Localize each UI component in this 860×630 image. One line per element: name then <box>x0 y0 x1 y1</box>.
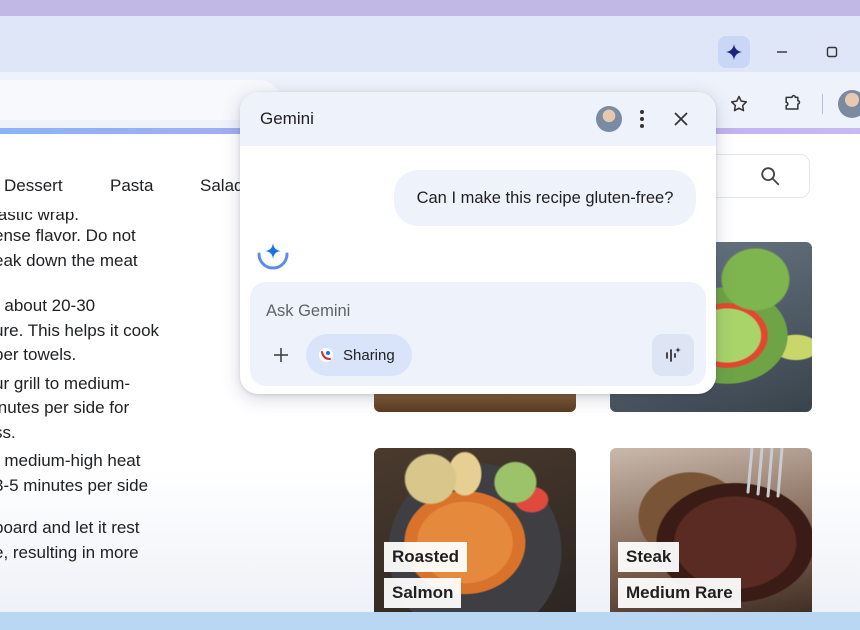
gemini-toolbar-button[interactable] <box>718 36 750 68</box>
maximize-icon <box>826 46 838 58</box>
gemini-spark-icon <box>257 243 289 270</box>
card-label: Salmon <box>384 578 462 608</box>
minimize-button[interactable] <box>768 38 796 66</box>
gemini-panel-header: Gemini <box>240 92 716 146</box>
recipe-line: eak down the meat <box>0 250 138 270</box>
toolbar-divider <box>822 94 823 114</box>
window-top-edge <box>0 0 860 16</box>
recipe-line: 3-5 minutes per side <box>0 475 149 495</box>
close-icon[interactable] <box>670 108 692 130</box>
recipe-line: board and let it rest <box>0 518 140 537</box>
recipe-line: per towels. <box>0 345 77 364</box>
nav-dessert[interactable]: Dessert <box>4 176 63 196</box>
address-bar[interactable] <box>0 80 280 120</box>
bookmark-star-button[interactable] <box>725 90 753 118</box>
search-icon[interactable] <box>759 165 781 187</box>
ask-gemini-input[interactable] <box>266 302 666 321</box>
site-search-box[interactable] <box>700 154 810 198</box>
recipe-line: ure. This helps it cook <box>0 320 160 340</box>
add-button[interactable] <box>268 342 294 368</box>
salmon-photo-card[interactable]: Roasted Salmon <box>374 448 576 612</box>
tab-sharing-icon <box>319 348 333 362</box>
tab-sharing-chip[interactable]: Sharing <box>306 334 412 376</box>
user-message-text: Can I make this recipe gluten-free? <box>416 188 674 207</box>
user-message-bubble: Can I make this recipe gluten-free? <box>394 170 696 226</box>
browser-window: Dessert Pasta Salad lastic wrap. ense fl… <box>0 16 860 612</box>
profile-avatar[interactable] <box>838 90 860 118</box>
sharing-label: Sharing <box>343 346 395 364</box>
avatar[interactable] <box>596 106 622 132</box>
window-bottom-edge <box>0 612 860 630</box>
maximize-button[interactable] <box>818 38 846 66</box>
add-icon <box>274 348 288 362</box>
voice-input-button[interactable] <box>652 334 694 376</box>
recipe-line: lastic wrap. <box>0 212 80 224</box>
nav-salad[interactable]: Salad <box>200 176 243 196</box>
recipe-line: ur grill to medium- <box>0 373 131 393</box>
star-icon <box>730 95 748 112</box>
gemini-icon <box>726 44 742 60</box>
fork-illustration <box>746 448 784 498</box>
gemini-panel: Gemini Can I make this recipe gluten-fre… <box>240 92 716 394</box>
more-vert-icon[interactable] <box>632 106 652 132</box>
nav-pasta[interactable]: Pasta <box>110 176 153 196</box>
recipe-instructions: lastic wrap. ense flavor. Do not eak dow… <box>0 212 194 565</box>
voice-waveform-icon <box>666 347 681 362</box>
recipe-line: inutes per side for <box>0 398 130 417</box>
card-label: Steak <box>618 542 680 572</box>
extensions-button[interactable] <box>778 90 806 118</box>
card-label: Medium Rare <box>618 578 741 608</box>
gemini-panel-title: Gemini <box>260 109 314 128</box>
extension-icon <box>785 94 801 110</box>
steak-photo-card[interactable]: Steak Medium Rare <box>610 448 812 612</box>
recipe-line: ss. <box>0 422 16 442</box>
recipe-line: r medium-high heat <box>0 451 141 470</box>
gemini-input-area: Sharing <box>250 282 706 386</box>
recipe-line: ense flavor. Do not <box>0 226 136 245</box>
recipe-line: e, resulting in more <box>0 542 139 562</box>
recipe-line: r about 20-30 <box>0 296 96 315</box>
card-label: Roasted <box>384 542 468 572</box>
minimize-icon <box>777 51 787 53</box>
